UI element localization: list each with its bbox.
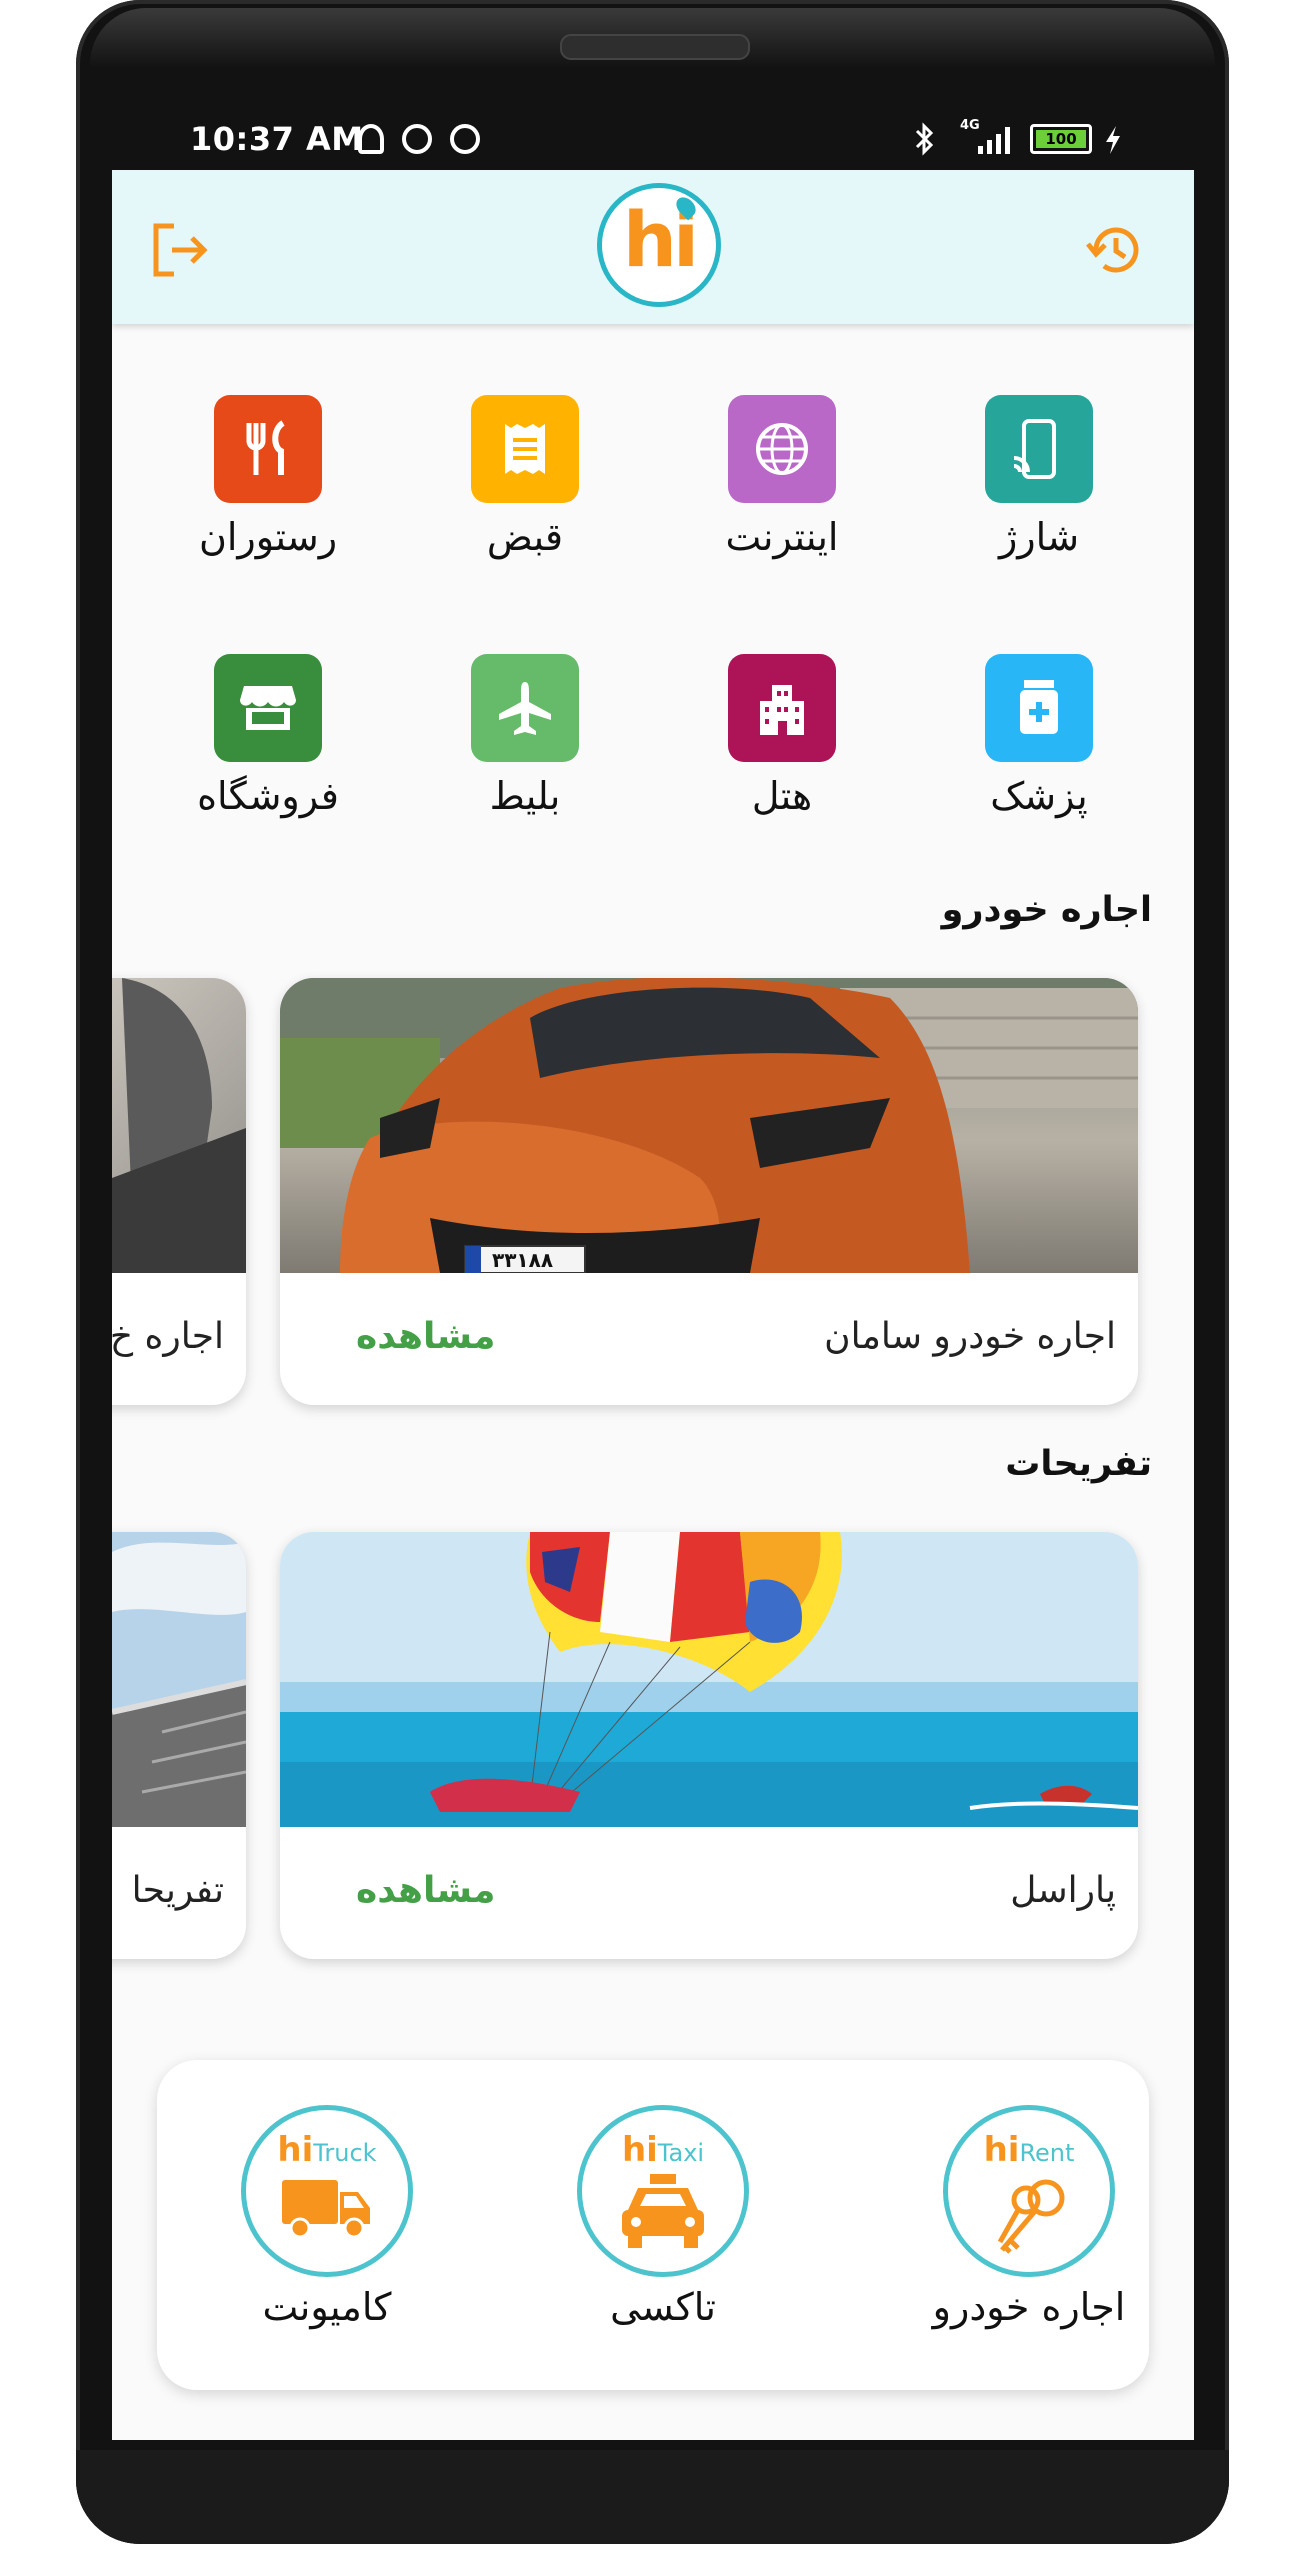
battery-icon: 100 [1030,124,1092,154]
phone-speaker [560,34,750,60]
rental-car-image: ۳۳۱۸۸ [280,978,1138,1273]
hotel-icon [728,654,836,762]
section-title-entertainment: تفریحات [1005,1444,1152,1484]
category-label: شارژ [998,515,1080,559]
entertainment-card[interactable]: پاراسل مشاهده [280,1532,1138,1959]
category-internet[interactable]: اینترنت [682,395,882,559]
license-plate: ۳۳۱۸۸ [492,1248,554,1272]
service-rent[interactable]: hiRent اجاره خودرو [899,2105,1159,2329]
service-sub: Taxi [657,2139,705,2167]
service-brand: hi [621,2130,658,2170]
category-charge[interactable]: شارژ [939,395,1139,559]
service-label: تاکسی [610,2285,716,2329]
category-doctor[interactable]: پزشک [939,654,1139,818]
section-title-car-rental: اجاره خودرو [941,890,1152,930]
battery-level: 100 [1036,130,1086,148]
card-title: پاراسل [1010,1870,1116,1911]
service-brand: hi [983,2130,1020,2170]
service-sub: Truck [313,2139,377,2167]
truck-icon: hiTruck [241,2105,413,2277]
entertainment-image [112,1532,246,1827]
category-label: رستوران [198,515,338,559]
category-label: پزشک [990,774,1088,818]
rental-car-image [112,978,246,1273]
service-label: اجاره خودرو [932,2285,1126,2329]
service-sub: Rent [1019,2139,1075,2167]
status-bar: 10:37 AM 4G 100 [112,110,1194,170]
bluetooth-icon [915,122,934,156]
restaurant-icon [214,395,322,503]
category-ticket[interactable]: بلیط [425,654,625,818]
phone-charge-icon [985,395,1093,503]
entertainment-card-partial[interactable]: تفریحا [112,1532,246,1959]
taxi-icon: hiTaxi [577,2105,749,2277]
signal-icon [978,127,1010,154]
rental-card-partial[interactable]: اجاره خ [112,978,246,1405]
store-icon [214,654,322,762]
service-truck[interactable]: hiTruck کامیونت [197,2105,457,2329]
category-label: فروشگاه [197,774,339,818]
service-brand: hi [277,2130,314,2170]
logout-icon[interactable] [150,222,210,278]
service-label: کامیونت [262,2285,392,2329]
status-time: 10:37 AM [190,120,364,158]
service-taxi[interactable]: hiTaxi تاکسی [533,2105,793,2329]
airplane-icon [471,654,579,762]
parasail-image [280,1532,1138,1827]
services-panel: hiRent اجاره خودرو hiTaxi تاکسی hiTruck … [157,2060,1149,2390]
card-title: اجاره خ [112,1316,224,1357]
notification-icon [402,124,432,154]
keys-icon: hiRent [943,2105,1115,2277]
logo-text: hi [622,195,699,284]
category-label: هتل [751,774,813,818]
bill-icon [471,395,579,503]
rental-card[interactable]: ۳۳۱۸۸ اجاره خودرو سامان مشاهده [280,978,1138,1405]
phone-chin [76,2450,1229,2544]
app-screen: hi شارژ اینترنت قبض رستوران پزشک هتل بلی… [112,170,1194,2440]
category-label: بلیط [489,774,561,818]
notification-icon [450,124,480,154]
globe-icon [728,395,836,503]
category-hotel[interactable]: هتل [682,654,882,818]
medical-icon [985,654,1093,762]
view-button[interactable]: مشاهده [356,1870,495,1911]
history-icon[interactable] [1084,220,1146,280]
category-restaurant[interactable]: رستوران [168,395,368,559]
category-label: اینترنت [725,515,839,559]
charging-icon [1106,126,1120,154]
card-title: تفریحا [131,1870,224,1911]
view-button[interactable]: مشاهده [356,1316,495,1357]
app-header: hi [112,170,1194,324]
notification-icon [358,124,384,154]
category-label: قبض [486,515,564,559]
category-bill[interactable]: قبض [425,395,625,559]
category-store[interactable]: فروشگاه [168,654,368,818]
card-title: اجاره خودرو سامان [824,1316,1116,1357]
app-logo: hi [597,183,721,307]
